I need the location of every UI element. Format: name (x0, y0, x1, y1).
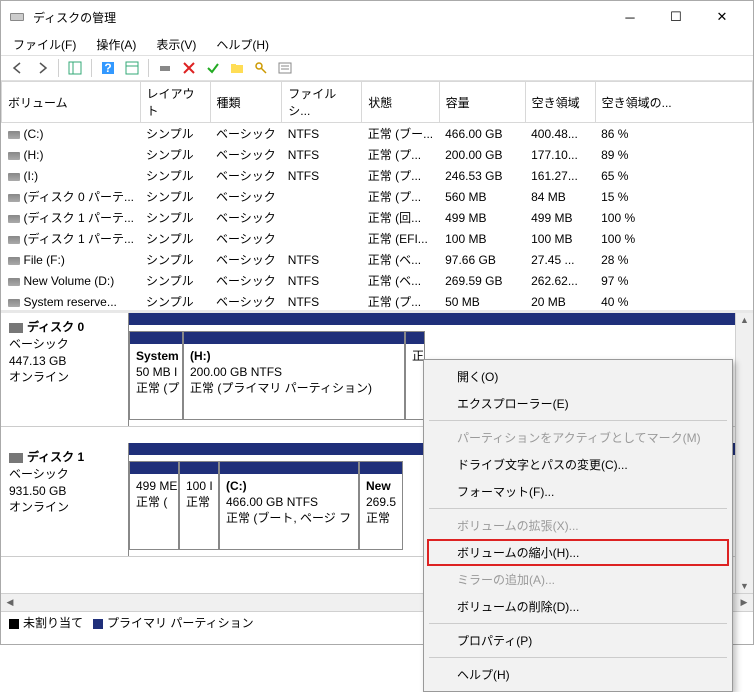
disk-label[interactable]: ディスク 0ベーシック447.13 GBオンライン (1, 313, 129, 426)
app-icon (9, 9, 25, 25)
col-type[interactable]: 種類 (210, 82, 282, 123)
menu-change-letter[interactable]: ドライブ文字とパスの変更(C)... (427, 451, 729, 478)
view-icon[interactable] (121, 57, 143, 79)
key-icon[interactable] (250, 57, 272, 79)
volume-row[interactable]: System reserve...シンプルベーシックNTFS正常 (プ...50… (2, 291, 753, 312)
context-menu: 開く(O) エクスプローラー(E) パーティションをアクティブとしてマーク(M)… (423, 359, 733, 692)
separator (58, 59, 59, 77)
partition[interactable]: 499 ME正常 ( (129, 461, 179, 550)
menu-help[interactable]: ヘルプ(H) (210, 34, 275, 55)
menu-action[interactable]: 操作(A) (90, 34, 142, 55)
volume-list: ボリューム レイアウト 種類 ファイル シ... 状態 容量 空き領域 空き領域… (1, 81, 753, 313)
window-title: ディスクの管理 (33, 9, 607, 26)
volume-icon (8, 215, 20, 223)
partition[interactable]: 正 (405, 331, 425, 420)
menu-format[interactable]: フォーマット(F)... (427, 478, 729, 505)
partition[interactable]: (H:)200.00 GB NTFS正常 (プライマリ パーティション) (183, 331, 405, 420)
separator (91, 59, 92, 77)
col-capacity[interactable]: 容量 (439, 82, 525, 123)
legend-unallocated: 未割り当て (9, 614, 83, 631)
menu-separator (429, 420, 727, 421)
maximize-button[interactable]: ☐ (653, 1, 699, 33)
folder-icon[interactable] (226, 57, 248, 79)
col-freepct[interactable]: 空き領域の... (595, 82, 752, 123)
volume-icon (8, 173, 20, 181)
scroll-up-icon[interactable]: ▲ (738, 313, 751, 327)
volume-row[interactable]: (H:)シンプルベーシックNTFS正常 (プ...200.00 GB177.10… (2, 144, 753, 165)
volume-row[interactable]: (ディスク 1 パーテ...シンプルベーシック正常 (回...499 MB499… (2, 207, 753, 228)
partition-header-bar (129, 313, 735, 325)
partition[interactable]: (C:)466.00 GB NTFS正常 (ブート, ページ フ (219, 461, 359, 550)
minimize-button[interactable]: ─ (607, 1, 653, 33)
menu-file[interactable]: ファイル(F) (7, 34, 82, 55)
disk-icon (9, 323, 23, 333)
partition[interactable]: 100 I正常 (179, 461, 219, 550)
menu-mirror: ミラーの追加(A)... (427, 566, 729, 593)
volume-icon (8, 278, 20, 286)
volume-icon (8, 236, 20, 244)
svg-text:?: ? (104, 61, 111, 75)
list-icon[interactable] (274, 57, 296, 79)
volume-icon (8, 194, 20, 202)
check-icon[interactable] (202, 57, 224, 79)
volume-table: ボリューム レイアウト 種類 ファイル シ... 状態 容量 空き領域 空き領域… (1, 81, 753, 313)
menu-shrink[interactable]: ボリュームの縮小(H)... (427, 539, 729, 566)
volume-icon (8, 131, 20, 139)
disk-label[interactable]: ディスク 1ベーシック931.50 GBオンライン (1, 443, 129, 556)
action-icon[interactable] (154, 57, 176, 79)
menu-properties[interactable]: プロパティ(P) (427, 627, 729, 654)
vertical-scrollbar[interactable]: ▲ ▼ (735, 313, 753, 593)
menu-delete[interactable]: ボリュームの削除(D)... (427, 593, 729, 620)
menubar: ファイル(F) 操作(A) 表示(V) ヘルプ(H) (1, 33, 753, 55)
partition[interactable]: New269.5正常 (359, 461, 403, 550)
menu-explorer[interactable]: エクスプローラー(E) (427, 390, 729, 417)
col-status[interactable]: 状態 (362, 82, 439, 123)
menu-separator (429, 508, 727, 509)
disk-icon (9, 453, 23, 463)
scroll-down-icon[interactable]: ▼ (738, 579, 751, 593)
forward-button[interactable] (31, 57, 53, 79)
back-button[interactable] (7, 57, 29, 79)
menu-mark-active: パーティションをアクティブとしてマーク(M) (427, 424, 729, 451)
menu-open[interactable]: 開く(O) (427, 363, 729, 390)
col-free[interactable]: 空き領域 (525, 82, 595, 123)
toolbar: ? (1, 55, 753, 81)
menu-separator (429, 657, 727, 658)
help-icon[interactable]: ? (97, 57, 119, 79)
console-tree-icon[interactable] (64, 57, 86, 79)
separator (148, 59, 149, 77)
volume-row[interactable]: (ディスク 1 パーテ...シンプルベーシック正常 (EFI...100 MB1… (2, 228, 753, 249)
titlebar: ディスクの管理 ─ ☐ ✕ (1, 1, 753, 33)
volume-row[interactable]: (ディスク 0 パーテ...シンプルベーシック正常 (プ...560 MB84 … (2, 186, 753, 207)
partition[interactable]: System50 MB I正常 (プ (129, 331, 183, 420)
volume-row[interactable]: File (F:)シンプルベーシックNTFS正常 (ベ...97.66 GB27… (2, 249, 753, 270)
volume-icon (8, 152, 20, 160)
menu-view[interactable]: 表示(V) (150, 34, 202, 55)
volume-icon (8, 257, 20, 265)
volume-row[interactable]: New Volume (D:)シンプルベーシックNTFS正常 (ベ...269.… (2, 270, 753, 291)
volume-row[interactable]: (C:)シンプルベーシックNTFS正常 (ブー...466.00 GB400.4… (2, 123, 753, 145)
delete-icon[interactable] (178, 57, 200, 79)
close-button[interactable]: ✕ (699, 1, 745, 33)
col-layout[interactable]: レイアウト (140, 82, 210, 123)
legend-primary: プライマリ パーティション (93, 614, 254, 631)
scroll-left-icon[interactable]: ◀ (1, 597, 19, 608)
col-fs[interactable]: ファイル シ... (282, 82, 362, 123)
col-volume[interactable]: ボリューム (2, 82, 141, 123)
volume-row[interactable]: (I:)シンプルベーシックNTFS正常 (プ...246.53 GB161.27… (2, 165, 753, 186)
menu-help[interactable]: ヘルプ(H) (427, 661, 729, 688)
volume-icon (8, 299, 20, 307)
menu-separator (429, 623, 727, 624)
menu-extend: ボリュームの拡張(X)... (427, 512, 729, 539)
scroll-right-icon[interactable]: ▶ (735, 597, 753, 608)
window-controls: ─ ☐ ✕ (607, 1, 745, 33)
